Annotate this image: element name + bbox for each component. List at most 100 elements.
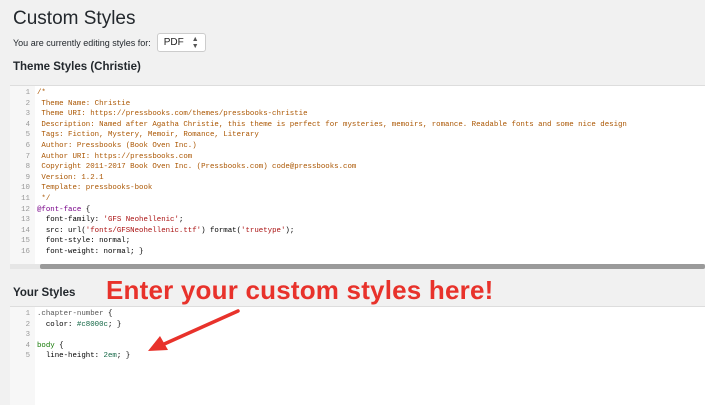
line-number: 2: [10, 98, 35, 110]
code-line: 7 Author URI: https://pressbooks.com: [10, 151, 705, 163]
editing-label: You are currently editing styles for:: [13, 37, 151, 48]
page-title: Custom Styles: [13, 8, 136, 29]
code-line: 8 Copyright 2011-2017 Book Oven Inc. (Pr…: [10, 162, 705, 173]
code-token: Tags: Fiction, Mystery, Memoir, Romance,…: [37, 131, 259, 140]
code-text: Author: Pressbooks (Book Oven Inc.): [35, 141, 197, 152]
format-select[interactable]: PDF ▲ ▼: [156, 33, 206, 52]
code-text: font-weight: normal; }: [35, 247, 144, 258]
code-line: 6 Author: Pressbooks (Book Oven Inc.): [10, 140, 705, 152]
code-line: 15 font-style: normal;: [10, 236, 705, 247]
code-line: 14 src: url('fonts/GFSNeohellenic.ttf') …: [10, 225, 705, 237]
line-number: 6: [10, 140, 35, 152]
code-token: font-style: normal;: [37, 237, 131, 246]
line-number: 10: [10, 183, 35, 194]
code-token: );: [285, 226, 295, 235]
code-line: 10 Template: pressbooks-book: [10, 183, 705, 194]
code-line: 13 font-family: 'GFS Neohellenic';: [10, 215, 705, 226]
code-token: line-height:: [37, 352, 104, 361]
line-number: 3: [10, 330, 35, 341]
code-line: 2 Theme Name: Christie: [10, 98, 705, 110]
code-text: /*: [35, 88, 46, 99]
code-line: 12 @font-face {: [10, 204, 705, 216]
select-arrows-icon: ▲ ▼: [191, 35, 199, 50]
code-token: Copyright 2011-2017 Book Oven Inc. (Pres…: [37, 163, 357, 172]
code-token: @font-face: [37, 205, 82, 214]
code-text: font-family: 'GFS Neohellenic';: [35, 215, 184, 226]
code-line: 1 .chapter-number {: [10, 309, 705, 320]
code-line: 16 font-weight: normal; }: [10, 246, 705, 258]
your-styles-editor[interactable]: 1 .chapter-number {2 color: #c8000c; } 3 4 b…: [10, 306, 705, 405]
line-number: 4: [10, 119, 35, 131]
code-line: 1/*: [10, 88, 705, 99]
code-token: ; }: [107, 320, 122, 329]
code-token: 'GFS Neohellenic': [103, 216, 179, 225]
line-number: 16: [10, 246, 35, 258]
code-line: 5 Tags: Fiction, Mystery, Memoir, Romanc…: [10, 130, 705, 141]
horizontal-scrollbar[interactable]: [10, 264, 705, 269]
code-text: line-height: 2em; }: [35, 351, 130, 362]
code-token: {: [103, 310, 113, 318]
code-line: 3 Theme URI: https://pressbooks.com/them…: [10, 109, 705, 120]
code-text: font-style: normal;: [35, 236, 130, 247]
code-token: Version: 1.2.1: [37, 173, 104, 182]
code-text: Theme Name: Christie: [35, 99, 130, 110]
line-number: 5: [10, 351, 35, 362]
code-line: 2 color: #c8000c; }: [10, 319, 705, 331]
your-styles-title: Your Styles: [13, 287, 76, 299]
code-text: Theme URI: https://pressbooks.com/themes…: [35, 109, 308, 120]
line-number: 2: [10, 319, 35, 331]
code-text: Copyright 2011-2017 Book Oven Inc. (Pres…: [35, 162, 356, 173]
code-token: {: [54, 341, 64, 350]
code-line: 4 body {: [10, 340, 705, 352]
line-number: 11: [10, 193, 35, 205]
code-token: 'fonts/GFSNeohellenic.ttf': [85, 226, 202, 235]
code-token: Theme Name: Christie: [37, 99, 131, 108]
line-number: 1: [10, 309, 35, 320]
code-token: #c8000c: [76, 320, 108, 329]
code-text: Tags: Fiction, Mystery, Memoir, Romance,…: [35, 130, 259, 141]
code-token: font-weight: normal; }: [37, 247, 144, 256]
code-token: {: [81, 205, 91, 214]
code-line: 3: [10, 330, 705, 341]
line-number: 15: [10, 236, 35, 247]
code-token: ; }: [116, 352, 131, 361]
code-token: body: [37, 341, 55, 350]
code-token: Description: Named after Agatha Christie…: [37, 120, 627, 129]
line-number: 1: [10, 88, 35, 99]
theme-styles-editor[interactable]: 1/* 2 Theme Name: Christie 3 Theme URI: ht…: [10, 85, 705, 269]
code-text: Template: pressbooks-book: [35, 183, 152, 194]
code-text: src: url('fonts/GFSNeohellenic.ttf') for…: [35, 226, 294, 237]
line-number: 7: [10, 151, 35, 163]
code-text: Version: 1.2.1: [35, 173, 104, 184]
scrollbar-thumb[interactable]: [40, 264, 705, 269]
code-line: 5 line-height: 2em; }: [10, 351, 705, 362]
code-text: */: [35, 194, 50, 205]
code-text: @font-face {: [35, 205, 90, 216]
code-token: .chapter-number: [37, 310, 104, 318]
line-number: 12: [10, 204, 35, 216]
format-select-value: PDF: [163, 37, 184, 48]
code-line: 11 */: [10, 193, 705, 205]
code-token: Template: pressbooks-book: [37, 184, 153, 193]
annotation-arrow-icon: [148, 309, 240, 351]
code-token: src: url(: [37, 226, 86, 235]
code-token: ;: [178, 216, 184, 225]
code-text: color: #c8000c; }: [35, 320, 121, 331]
line-number: 8: [10, 162, 35, 173]
your-code-lines: 1 .chapter-number {2 color: #c8000c; } 3 4 b…: [10, 307, 705, 362]
line-number: 4: [10, 340, 35, 352]
code-text: body {: [35, 341, 64, 352]
code-text: Description: Named after Agatha Christie…: [35, 120, 627, 131]
code-token: 'truetype': [241, 226, 286, 235]
line-number: 9: [10, 172, 35, 184]
code-token: Theme URI: https://pressbooks.com/themes…: [37, 110, 308, 119]
code-token: Author URI: https://pressbooks.com: [37, 152, 193, 161]
code-token: Author: Pressbooks (Book Oven Inc.): [37, 141, 197, 150]
code-token: font-family:: [37, 216, 104, 225]
line-number: 13: [10, 215, 35, 226]
code-token: ) format(: [201, 226, 242, 235]
code-token: */: [37, 194, 51, 203]
code-token: /*: [37, 89, 46, 97]
theme-styles-title: Theme Styles (Christie): [13, 61, 141, 73]
